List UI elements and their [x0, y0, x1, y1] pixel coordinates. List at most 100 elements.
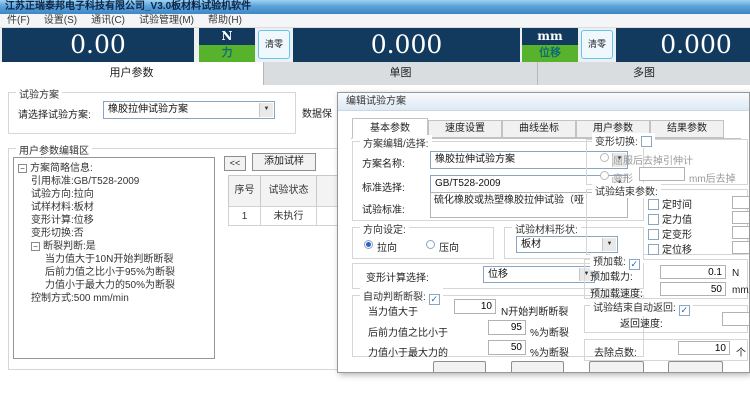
break-rule1-input[interactable] — [454, 299, 496, 314]
displacement-display: 0.000 — [293, 28, 520, 62]
end-displacement-input[interactable] — [732, 241, 750, 254]
dialog-bottom-button-1[interactable] — [433, 361, 486, 373]
display-row: 0.00 N 力 清零 0.000 mm 位移 清零 0.000 — [0, 28, 750, 62]
tree-item-material[interactable]: 试样材料:板材 — [18, 201, 214, 214]
force-display: 0.00 — [2, 28, 194, 62]
table-header-status: 试验状态 — [260, 175, 317, 207]
tree-item-break-rule1[interactable]: 当力值大于10N开始判断断裂 — [18, 253, 214, 266]
preload-speed-input[interactable] — [660, 282, 726, 296]
return-speed-label: 返回速度: — [620, 315, 663, 330]
menu-item-settings[interactable]: 设置(S) — [37, 14, 84, 27]
tree-item-standard[interactable]: 引用标准:GB/T528-2009 — [18, 175, 214, 188]
tab-user-params[interactable]: 用户参数 — [0, 62, 264, 85]
preload-force-unit: N — [732, 268, 739, 279]
compression-radio-label[interactable]: 压向 — [439, 239, 459, 254]
table-row-status[interactable]: 未执行 — [260, 206, 317, 226]
tree-item-break-rule2[interactable]: 后前力值之比小于95%为断裂 — [18, 266, 214, 279]
tree-item-direction[interactable]: 试验方向:拉向 — [18, 188, 214, 201]
deform-switch-input[interactable] — [639, 167, 685, 181]
material-shape-group-title: 试验材料形状: — [512, 221, 581, 236]
return-speed-input[interactable] — [722, 312, 750, 326]
remove-points-unit: 个 — [736, 344, 746, 359]
deform-calc-label: 变形计算选择: — [366, 269, 429, 284]
tab-multi-graph[interactable]: 多图 — [538, 62, 750, 85]
table-header-no: 序号 — [228, 175, 261, 207]
end-force-input[interactable] — [732, 211, 750, 224]
tree-root[interactable]: −方案简略信息: — [18, 162, 214, 175]
table-row-no[interactable]: 1 — [228, 206, 261, 226]
end-deform-checkbox[interactable] — [648, 229, 659, 240]
deform-calc-value: 位移 — [488, 269, 508, 280]
tree-item-deform-switch[interactable]: 变形切换:否 — [18, 227, 214, 240]
menu-item-file[interactable]: 件(F) — [0, 14, 37, 27]
extra-display: 0.000 — [616, 28, 750, 62]
break-rule2-input[interactable] — [488, 320, 526, 335]
plan-select-label: 请选择试验方案: — [18, 106, 91, 121]
dialog-bottom-button-2[interactable] — [511, 361, 564, 373]
break-rule3-input[interactable] — [488, 340, 526, 355]
preload-force-input[interactable] — [660, 265, 726, 279]
plan-select-dropdown[interactable]: 橡胶拉伸试验方案 ▼ — [103, 101, 275, 119]
tension-radio[interactable] — [364, 240, 373, 249]
auto-break-checkbox[interactable]: ✓ — [429, 294, 440, 305]
tab-single-graph[interactable]: 单图 — [264, 62, 538, 85]
force-unit-label: N — [199, 28, 255, 45]
plan-name-value: 橡胶拉伸试验方案 — [435, 154, 515, 165]
remove-extensometer-label[interactable]: 屈服后去掉引伸计 — [613, 152, 693, 167]
deform-switch-checkbox[interactable] — [641, 136, 652, 147]
direction-group-title: 方向设定: — [360, 221, 409, 236]
menu-bar: 件(F)设置(S)通讯(C)试验管理(M)帮助(H) — [0, 14, 750, 28]
dialog-bottom-button-4[interactable] — [668, 361, 723, 373]
dialog-bottom-button-3[interactable] — [589, 361, 644, 373]
deform-calc-dropdown[interactable]: 位移 ▼ — [483, 266, 595, 283]
end-force-checkbox[interactable] — [648, 214, 659, 225]
window-title: 江苏正瑞泰邦电子科技有限公司_V3.0板材料试验机软件 — [0, 0, 750, 14]
tree-collapse-icon[interactable]: − — [18, 164, 27, 173]
plan-name-label: 方案名称: — [362, 155, 405, 170]
end-time-input[interactable] — [732, 196, 750, 209]
chevron-down-icon[interactable]: ▼ — [259, 103, 273, 117]
dialog-title: 编辑试验方案 — [338, 93, 749, 111]
tree-item-break-judge[interactable]: −断裂判断:是 — [18, 240, 214, 253]
force-clear-button[interactable]: 清零 — [258, 30, 290, 59]
preload-group-title: 预加载:✓ — [590, 253, 643, 270]
menu-item-test-manage[interactable]: 试验管理(M) — [132, 14, 201, 27]
deform-switch-radio[interactable] — [600, 171, 609, 180]
standard-select-value: GB/T528-2009 — [435, 178, 501, 189]
plan-select-value: 橡胶拉伸试验方案 — [108, 104, 188, 115]
tension-radio-label[interactable]: 拉向 — [377, 239, 397, 254]
auto-return-checkbox[interactable]: ✓ — [679, 305, 690, 316]
plan-edit-group-title: 方案编辑/选择: — [360, 135, 432, 150]
tree-item-deform-calc[interactable]: 变形计算:位移 — [18, 214, 214, 227]
remove-points-input[interactable] — [678, 341, 730, 355]
end-time-checkbox[interactable] — [648, 199, 659, 210]
preload-speed-label: 预加载速度: — [590, 285, 643, 300]
break-rule1-prefix: 当力值大于 — [368, 303, 418, 318]
remove-points-label: 去除点数: — [594, 344, 637, 359]
tree-item-break-rule3[interactable]: 力值小于最大力的50%为断裂 — [18, 279, 214, 292]
preload-checkbox[interactable]: ✓ — [629, 259, 640, 270]
end-displacement-checkbox[interactable] — [648, 244, 659, 255]
compression-radio[interactable] — [426, 240, 435, 249]
dialog-tab-result[interactable]: 结果参数 — [650, 120, 724, 138]
displacement-clear-button[interactable]: 清零 — [581, 30, 613, 59]
preload-force-label: 预加载力: — [590, 268, 633, 283]
dialog-tab-speed[interactable]: 速度设置 — [428, 120, 502, 138]
plan-summary-tree[interactable]: −方案简略信息: 引用标准:GB/T528-2009 试验方向:拉向 试样材料:… — [13, 157, 215, 359]
deform-switch-group-title: 变形切换: — [592, 133, 655, 148]
collapse-panel-button[interactable]: << — [224, 156, 246, 171]
auto-break-group-title: 自动判断断裂:✓ — [360, 288, 443, 305]
auto-return-group-title: 试验结束自动返回:✓ — [590, 299, 693, 316]
main-tab-bar: 用户参数 单图 多图 — [0, 62, 750, 85]
tree-collapse-icon[interactable]: − — [31, 242, 40, 251]
remove-extensometer-radio[interactable] — [600, 153, 609, 162]
end-deform-input[interactable] — [732, 226, 750, 239]
add-specimen-button[interactable]: 添加试样 — [252, 153, 316, 171]
dialog-tab-curve[interactable]: 曲线坐标 — [502, 120, 576, 138]
break-rule3-prefix: 力值小于最大力的 — [368, 344, 448, 359]
data-save-label: 数据保 — [302, 105, 332, 120]
menu-item-help[interactable]: 帮助(H) — [201, 14, 249, 27]
tree-item-control-mode[interactable]: 控制方式:500 mm/min — [18, 292, 214, 305]
edit-plan-dialog: 编辑试验方案 基本参数 速度设置 曲线坐标 用户参数 结果参数 方案编辑/选择:… — [337, 92, 750, 373]
menu-item-comm[interactable]: 通讯(C) — [84, 14, 132, 27]
